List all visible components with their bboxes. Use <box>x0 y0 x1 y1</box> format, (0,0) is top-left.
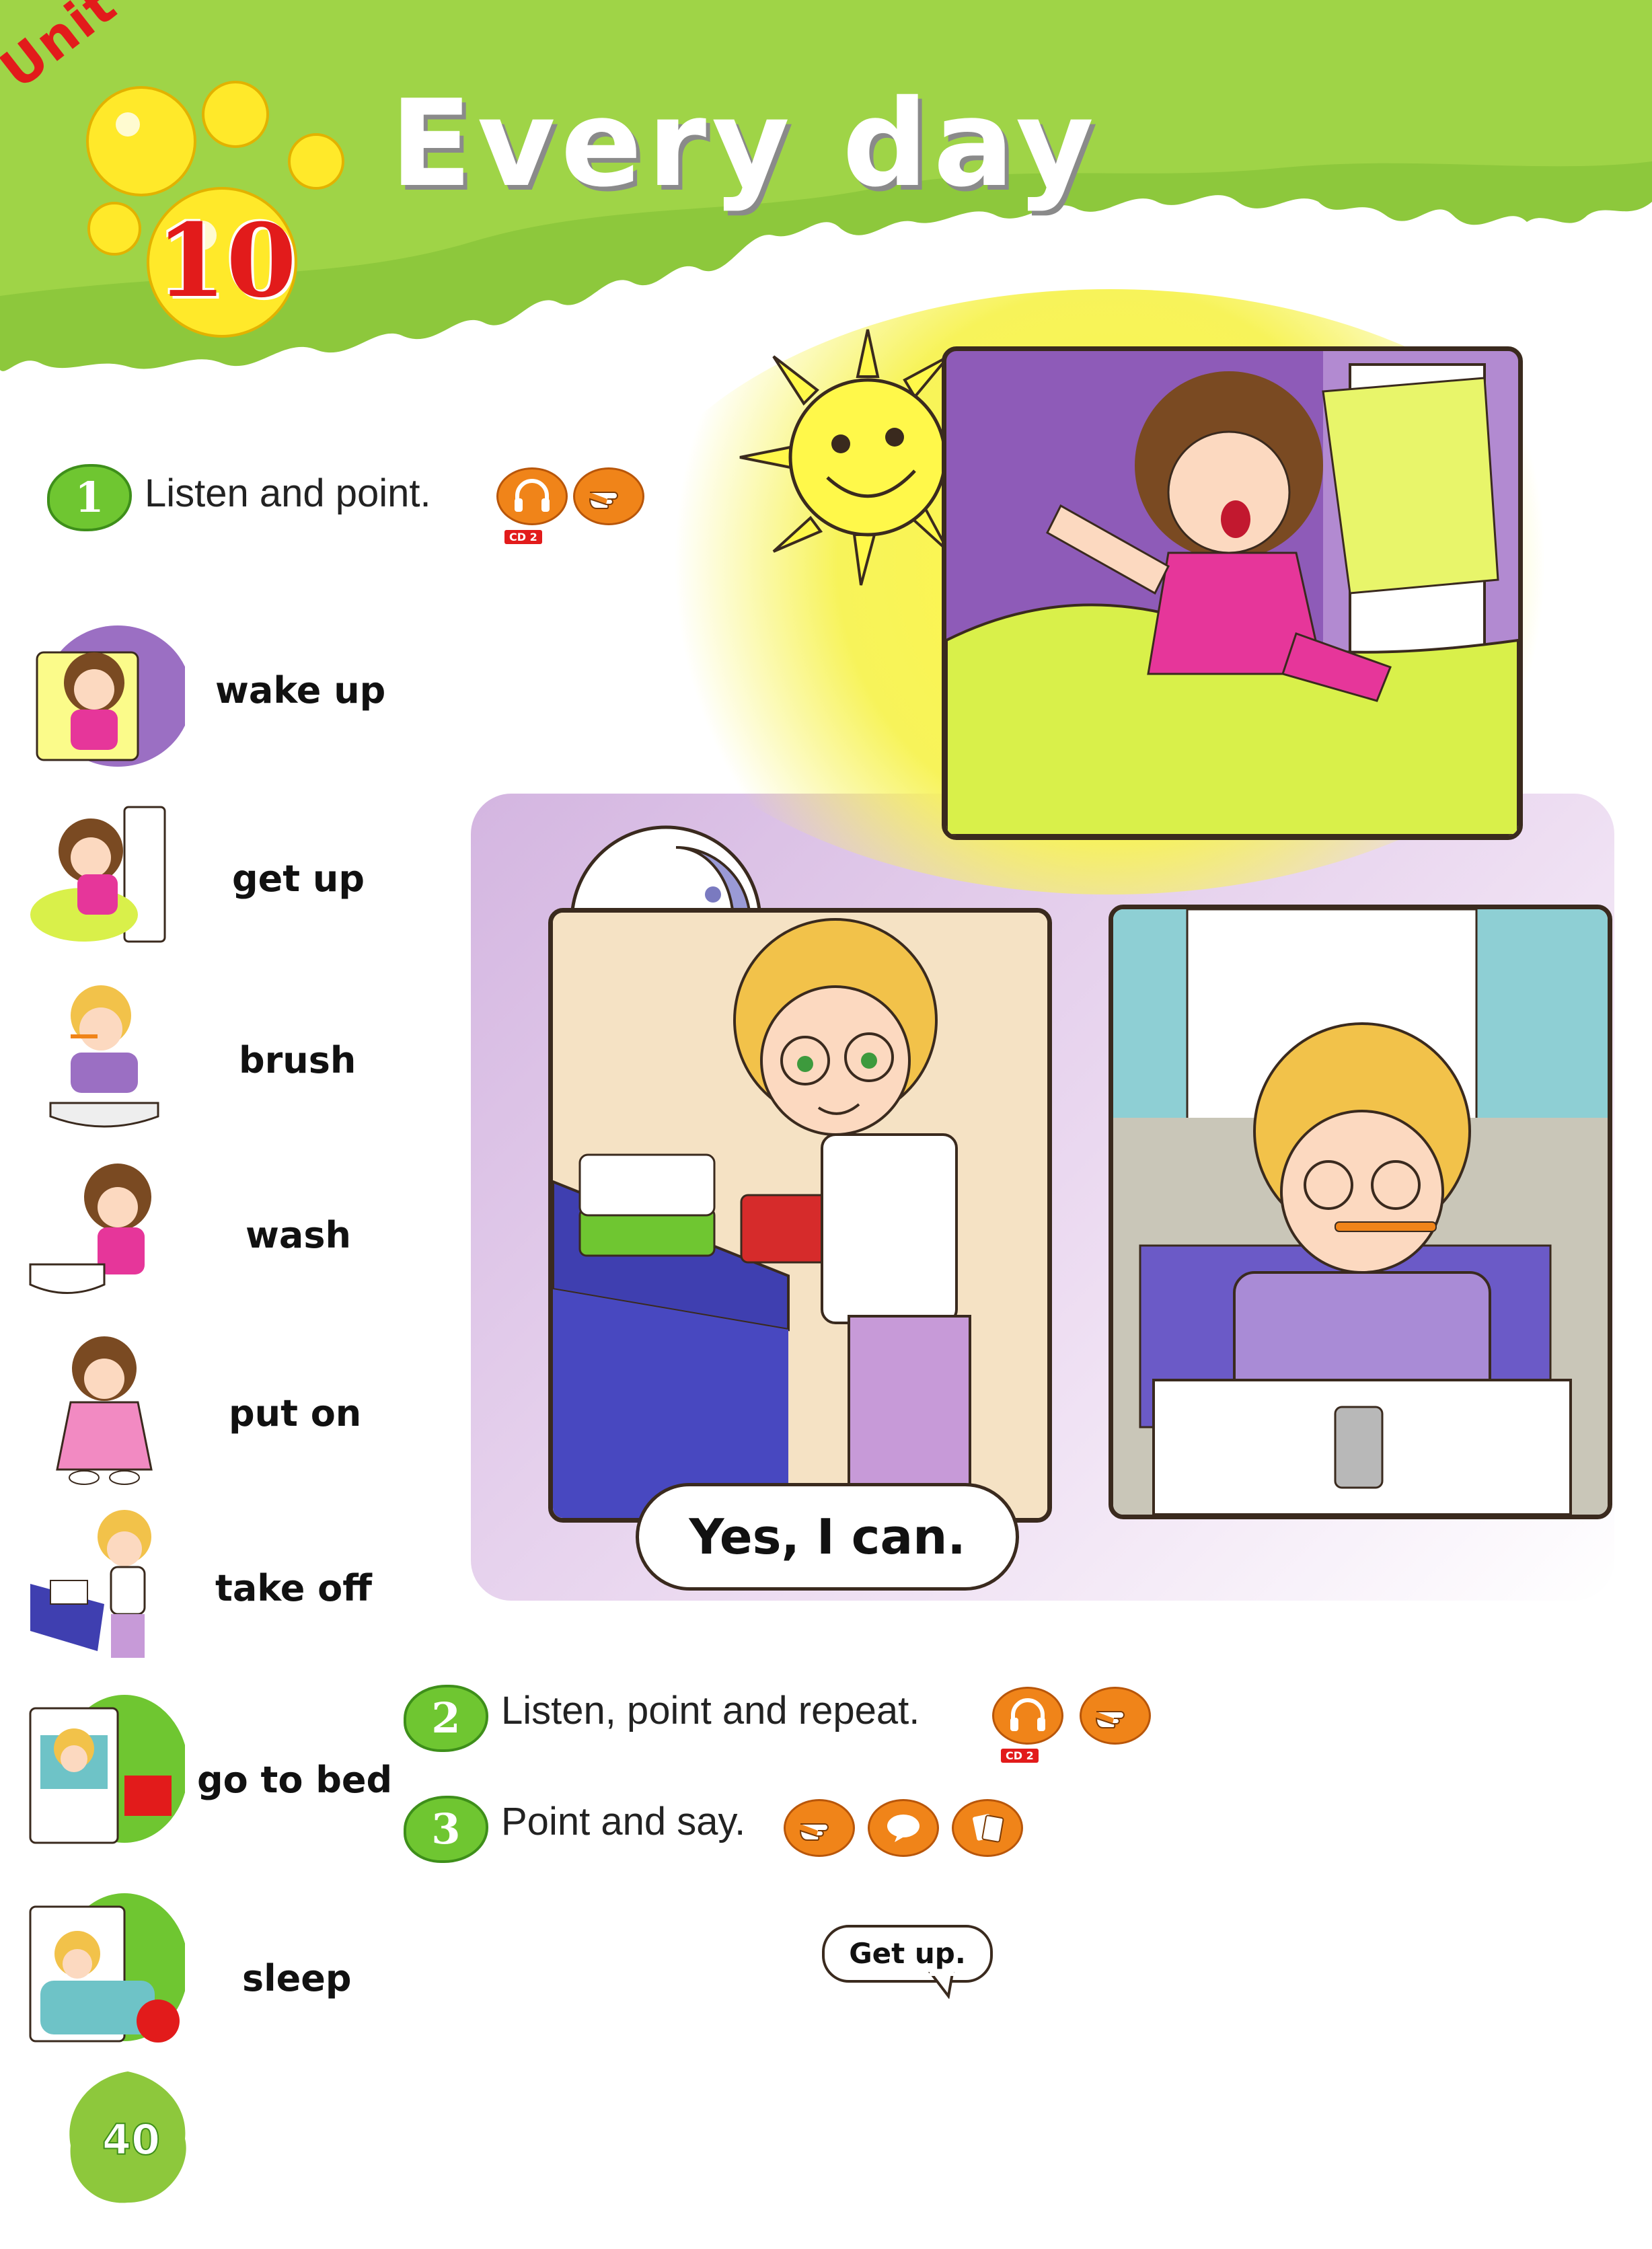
cd-track-tag: CD 2 <box>504 530 542 544</box>
vocab-word: sleep <box>242 1957 352 1999</box>
vocab-item-take-off[interactable]: take off <box>24 1503 407 1665</box>
scene-panel-take-off <box>548 908 1052 1523</box>
headphones-icon[interactable] <box>496 467 568 525</box>
cards-icon[interactable] <box>952 1799 1023 1857</box>
vocab-word: put on <box>229 1392 362 1435</box>
vocab-item-brush[interactable]: brush <box>24 975 407 1137</box>
vocab-item-wake-up[interactable]: wake up <box>24 612 407 773</box>
go-to-bed-thumbnail-icon <box>29 1695 185 1844</box>
scene-panel-wake-up <box>942 346 1523 840</box>
vocab-item-put-on[interactable]: put on <box>24 1328 407 1490</box>
vocab-word: take off <box>215 1567 372 1609</box>
vocab-item-go-to-bed[interactable]: go to bed <box>24 1695 407 1856</box>
get-up-thumbnail-icon <box>30 806 166 943</box>
vocab-item-get-up[interactable]: get up <box>24 794 407 955</box>
vocab-word: brush <box>239 1039 356 1081</box>
wake-up-thumbnail-icon <box>36 625 185 767</box>
pointing-hand-icon[interactable] <box>784 1799 855 1857</box>
vocab-word: wake up <box>215 669 386 712</box>
example-speech-bubble: Get up. <box>822 1925 993 1983</box>
activity-2-instruction: Listen, point and repeat. <box>501 1689 920 1732</box>
speech-bubble-icon[interactable] <box>868 1799 939 1857</box>
pointing-hand-icon[interactable] <box>1080 1687 1151 1745</box>
activity-1-instruction: Listen and point. <box>145 471 431 515</box>
pointing-hand-icon[interactable] <box>573 467 644 525</box>
speech-bubble-tail <box>928 1972 954 1999</box>
scene-panel-brush <box>1109 905 1612 1519</box>
cd-track-tag: CD 2 <box>1001 1749 1039 1763</box>
vocab-word: get up <box>232 857 365 900</box>
wash-thumbnail-icon <box>29 1164 151 1294</box>
activity-3-number-badge: 3 <box>404 1796 488 1863</box>
activity-1-number-badge: 1 <box>47 464 132 531</box>
take-off-thumbnail-icon <box>30 1510 151 1658</box>
unit-number: 10 <box>156 202 297 320</box>
vocab-item-wash[interactable]: wash <box>24 1150 407 1311</box>
brush-thumbnail-icon <box>49 985 159 1128</box>
activity-3-instruction: Point and say. <box>501 1800 746 1843</box>
vocab-word: wash <box>246 1214 351 1256</box>
put-on-thumbnail-icon <box>56 1336 153 1485</box>
page-number: 40 <box>102 2114 161 2165</box>
speech-bubble: Yes, I can. <box>636 1483 1019 1591</box>
page-title: Every day <box>390 74 1100 213</box>
vocab-word: go to bed <box>197 1759 393 1801</box>
sleep-thumbnail-icon <box>29 1893 185 2043</box>
activity-2-number-badge: 2 <box>404 1685 488 1752</box>
vocab-item-sleep[interactable]: sleep <box>24 1893 407 2055</box>
headphones-icon[interactable] <box>992 1687 1063 1745</box>
